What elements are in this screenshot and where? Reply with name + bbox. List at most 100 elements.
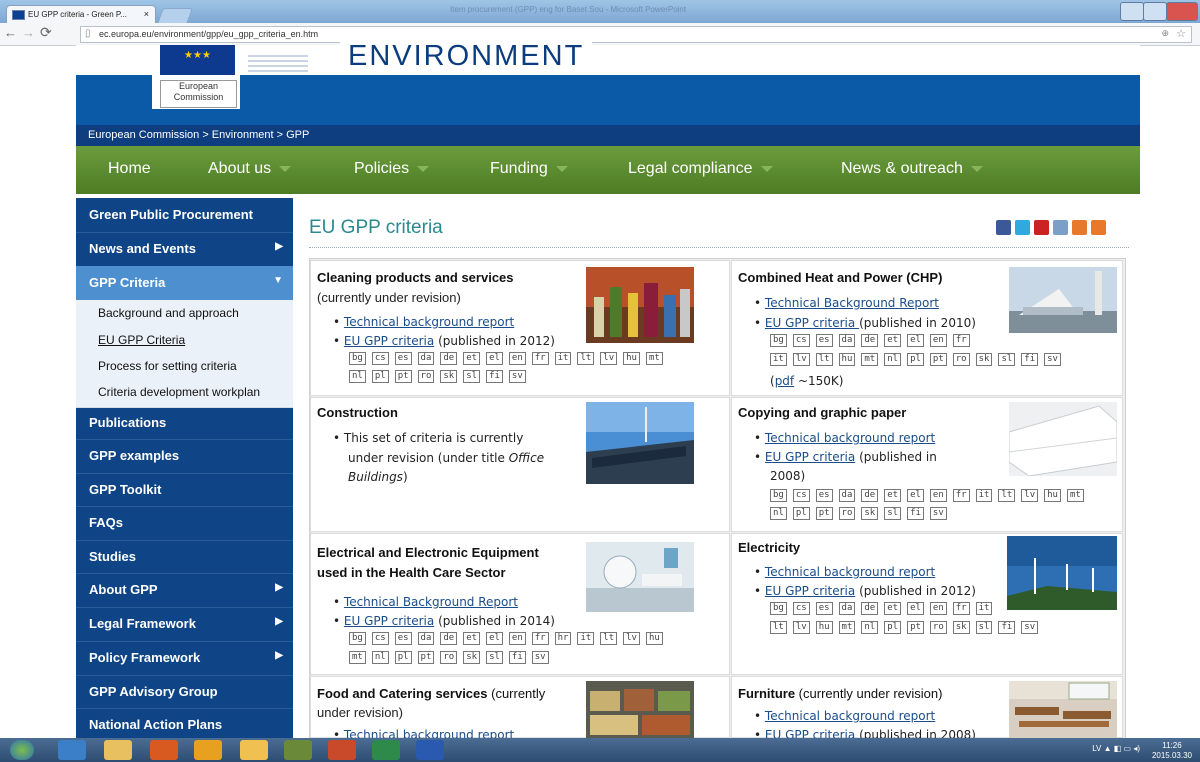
language-link-sv[interactable]: sv: [1044, 353, 1061, 366]
internet-explorer-icon[interactable]: [58, 740, 86, 760]
pdf-link[interactable]: pdf: [775, 374, 794, 388]
language-link-lv[interactable]: lv: [792, 621, 810, 634]
language-link-sl[interactable]: sl: [463, 370, 481, 383]
file-explorer-icon[interactable]: [104, 740, 132, 760]
language-link-fi[interactable]: fi: [508, 651, 526, 664]
language-link-sl[interactable]: sl: [975, 621, 993, 634]
language-link-ro[interactable]: ro: [417, 370, 435, 383]
language-link-lv[interactable]: lv: [623, 632, 640, 645]
language-link-pt[interactable]: pt: [394, 370, 412, 383]
language-link-pt[interactable]: pt: [815, 507, 833, 520]
tech-report-link[interactable]: Technical background report: [765, 431, 935, 445]
language-link-pl[interactable]: pl: [884, 621, 902, 634]
browser-tab[interactable]: EU GPP criteria - Green P... ×: [6, 5, 156, 24]
clock[interactable]: 11:26 2015.03.30: [1152, 741, 1192, 761]
language-link-nl[interactable]: nl: [349, 370, 366, 383]
language-link-sk[interactable]: sk: [440, 370, 458, 383]
language-link-fr[interactable]: fr: [952, 334, 970, 347]
language-link-hu[interactable]: hu: [1044, 489, 1061, 502]
language-link-ro[interactable]: ro: [929, 621, 947, 634]
sidebar-item-about-gpp[interactable]: About GPP ▶: [76, 573, 293, 608]
word-icon[interactable]: [416, 740, 444, 760]
zoom-icon[interactable]: ⊕: [1161, 28, 1169, 39]
language-link-de[interactable]: de: [440, 632, 458, 645]
language-link-pl[interactable]: pl: [394, 651, 412, 664]
language-link-it[interactable]: it: [554, 352, 572, 365]
new-tab-button[interactable]: [157, 8, 193, 24]
excel-icon[interactable]: [372, 740, 400, 760]
language-link-pt[interactable]: pt: [417, 651, 435, 664]
language-link-cs[interactable]: cs: [792, 489, 810, 502]
language-link-lv[interactable]: lv: [792, 353, 810, 366]
language-link-en[interactable]: en: [508, 632, 526, 645]
language-link-sv[interactable]: sv: [1021, 621, 1039, 634]
language-link-nl[interactable]: nl: [884, 353, 902, 366]
youtube-icon[interactable]: [1034, 220, 1049, 235]
language-link-pl[interactable]: pl: [907, 353, 924, 366]
language-link-it[interactable]: it: [975, 602, 993, 615]
language-link-es[interactable]: es: [815, 602, 833, 615]
maximize-button[interactable]: [1143, 2, 1167, 21]
sidebar-item-publications[interactable]: Publications: [76, 406, 293, 440]
sidebar-item-gpp-criteria[interactable]: GPP Criteria ▼: [76, 266, 293, 301]
language-link-sv[interactable]: sv: [531, 651, 549, 664]
language-link-lt[interactable]: lt: [577, 352, 595, 365]
language-link-el[interactable]: el: [907, 602, 924, 615]
sidebar-item-faqs[interactable]: FAQs: [76, 506, 293, 541]
chrome-icon[interactable]: [194, 740, 222, 760]
language-link-el[interactable]: el: [486, 352, 503, 365]
language-link-lt[interactable]: lt: [815, 353, 833, 366]
font-increase-icon[interactable]: [1091, 220, 1106, 235]
language-link-es[interactable]: es: [394, 632, 412, 645]
sidebar-item-legal-framework[interactable]: Legal Framework ▶: [76, 607, 293, 642]
breadcrumb-text[interactable]: European Commission > Environment > GPP: [76, 129, 309, 141]
language-link-nl[interactable]: nl: [861, 621, 879, 634]
sidebar-item-national-action-plans[interactable]: National Action Plans: [76, 708, 293, 738]
sidebar-item-news-and-events[interactable]: News and Events ▶: [76, 232, 293, 267]
language-indicator[interactable]: LV: [1092, 744, 1101, 753]
language-link-da[interactable]: da: [417, 632, 435, 645]
sidebar-subitem-eu-gpp-criteria[interactable]: EU GPP Criteria: [76, 327, 293, 356]
language-link-hu[interactable]: hu: [815, 621, 833, 634]
facebook-icon[interactable]: [996, 220, 1011, 235]
language-link-lt[interactable]: lt: [998, 489, 1016, 502]
language-link-fr[interactable]: fr: [952, 489, 970, 502]
start-button-icon[interactable]: [10, 740, 34, 760]
language-link-bg[interactable]: bg: [770, 489, 787, 502]
minimize-button[interactable]: [1120, 2, 1144, 21]
sidebar-item-gpp-toolkit[interactable]: GPP Toolkit: [76, 473, 293, 507]
language-link-et[interactable]: et: [463, 632, 481, 645]
eu-gpp-criteria-link[interactable]: EU GPP criteria: [344, 614, 434, 628]
language-link-it[interactable]: it: [770, 353, 787, 366]
sidebar-item-policy-framework[interactable]: Policy Framework ▶: [76, 641, 293, 676]
powerpoint-icon[interactable]: [328, 740, 356, 760]
language-link-es[interactable]: es: [394, 352, 412, 365]
language-link-lv[interactable]: lv: [600, 352, 618, 365]
language-link-fi[interactable]: fi: [486, 370, 503, 383]
language-link-fi[interactable]: fi: [1021, 353, 1039, 366]
language-link-nl[interactable]: nl: [371, 651, 389, 664]
language-link-cs[interactable]: cs: [792, 602, 810, 615]
sidebar-item-studies[interactable]: Studies: [76, 540, 293, 574]
language-link-da[interactable]: da: [417, 352, 435, 365]
language-link-nl[interactable]: nl: [770, 507, 787, 520]
close-window-button[interactable]: [1166, 2, 1198, 21]
language-link-sl[interactable]: sl: [998, 353, 1016, 366]
language-link-en[interactable]: en: [929, 334, 947, 347]
language-link-cs[interactable]: cs: [371, 352, 389, 365]
language-link-it[interactable]: it: [975, 489, 993, 502]
language-link-bg[interactable]: bg: [349, 352, 366, 365]
menu-home[interactable]: Home: [108, 160, 151, 178]
email-client-icon[interactable]: [240, 740, 268, 760]
eu-gpp-criteria-link[interactable]: EU GPP criteria: [765, 450, 855, 464]
language-link-da[interactable]: da: [838, 602, 856, 615]
windows-app-icon[interactable]: [284, 740, 312, 760]
language-link-ro[interactable]: ro: [838, 507, 856, 520]
tech-report-link[interactable]: Technical background report: [765, 709, 935, 723]
reload-icon[interactable]: ⟳: [40, 24, 52, 41]
bookmark-star-icon[interactable]: ☆: [1176, 27, 1186, 40]
language-link-hr[interactable]: hr: [554, 632, 572, 645]
language-link-en[interactable]: en: [508, 352, 526, 365]
media-player-icon[interactable]: [150, 740, 178, 760]
language-link-sv[interactable]: sv: [929, 507, 947, 520]
